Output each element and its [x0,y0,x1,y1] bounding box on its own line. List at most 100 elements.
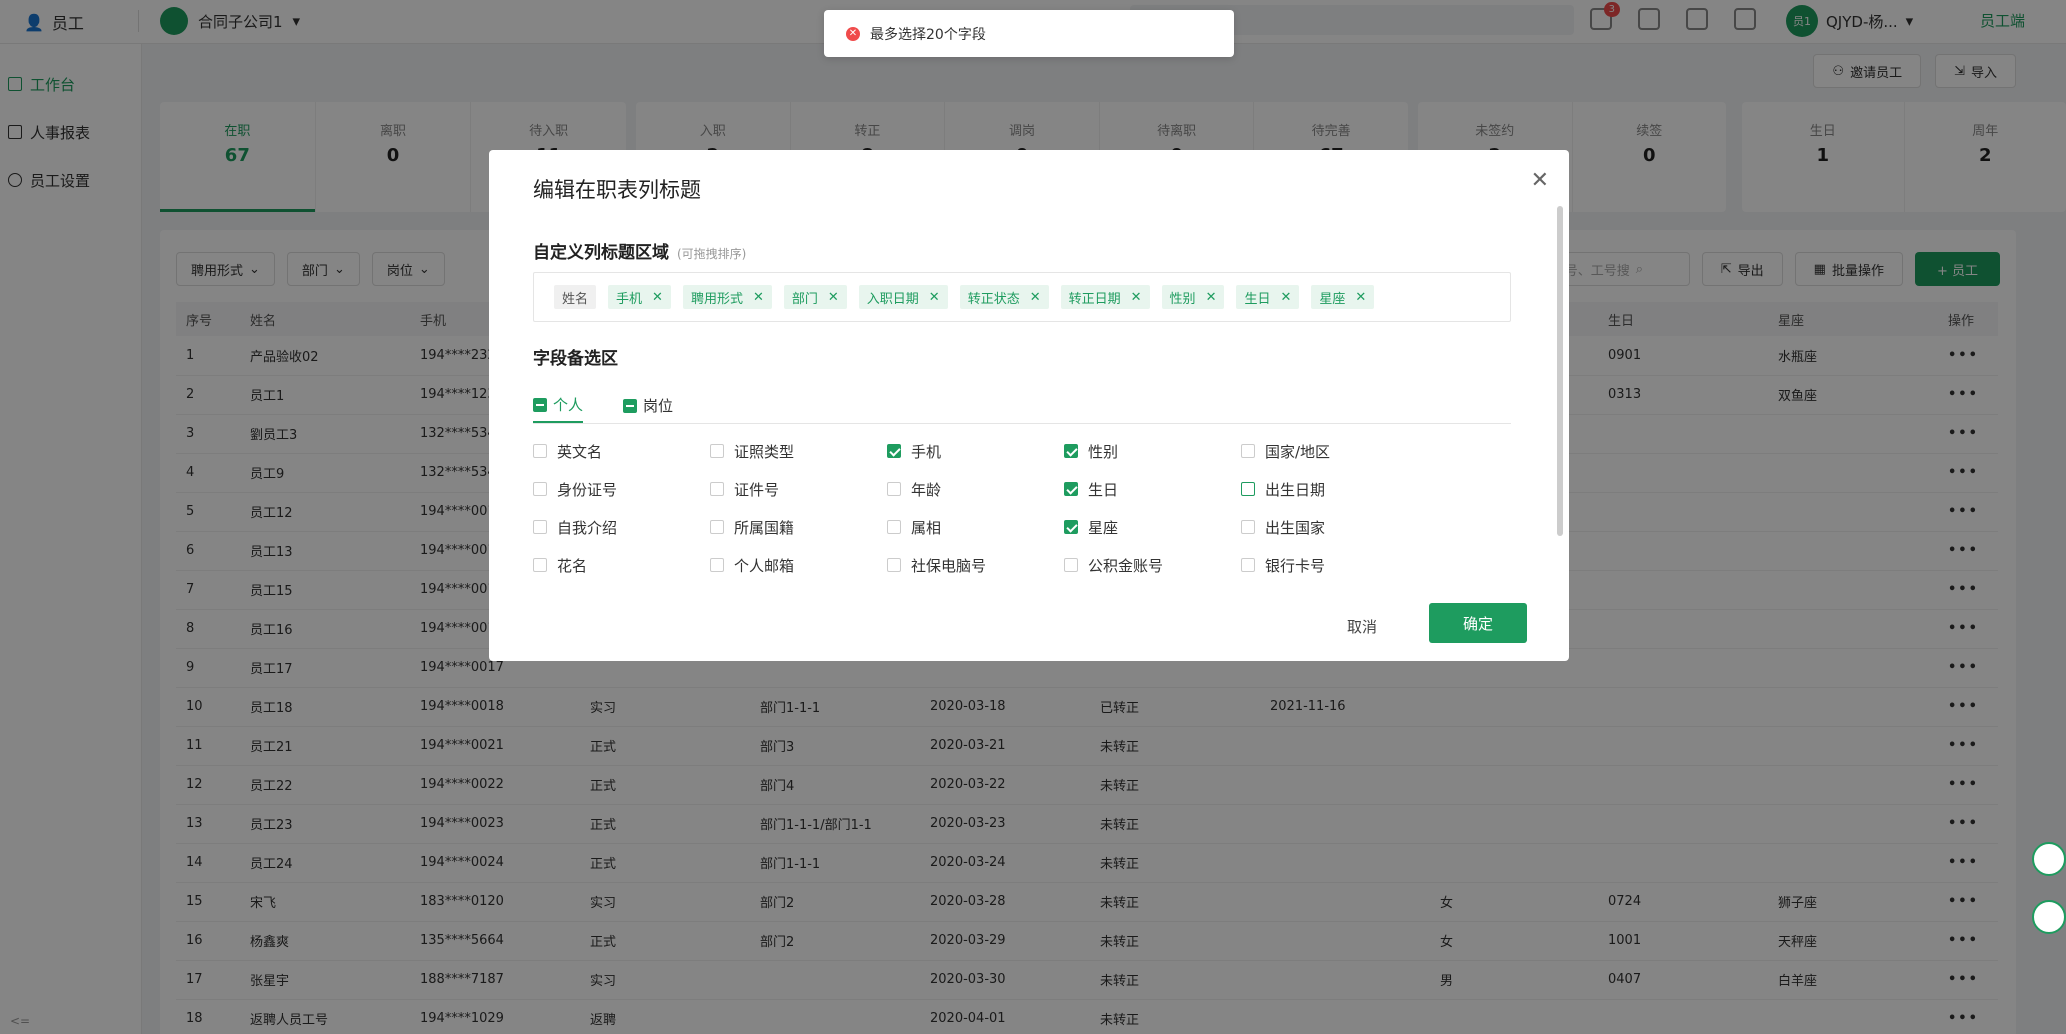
field-label: 年龄 [911,480,942,499]
field-option[interactable]: 银行卡号 [1241,546,1418,584]
selected-column-tag[interactable]: 入职日期 ✕ [858,285,948,309]
remove-tag-icon[interactable]: ✕ [753,290,764,305]
field-option[interactable]: 出生国家 [1241,508,1418,546]
field-option[interactable]: 自我介绍 [533,508,710,546]
remove-tag-icon[interactable]: ✕ [929,290,940,305]
field-option[interactable]: 身份证号 [533,470,710,508]
custom-columns-title: 自定义列标题区域 [533,243,669,263]
close-icon[interactable]: ✕ [1531,168,1549,193]
error-toast: ✕ 最多选择20个字段 [824,10,1234,57]
selected-column-tag[interactable]: 聘用形式 ✕ [682,285,772,309]
field-checkbox[interactable] [710,444,724,458]
field-option[interactable]: 手机 [887,432,1064,470]
field-option[interactable]: 国家/地区 [1241,432,1418,470]
drag-hint: (可拖拽排序) [677,247,747,261]
field-option[interactable]: 性别 [1064,432,1241,470]
tab-label: 岗位 [643,397,674,415]
tag-label: 聘用形式 [690,291,743,307]
field-checkbox[interactable] [533,558,547,572]
field-checkbox[interactable] [887,520,901,534]
selected-column-tag[interactable]: 转正日期 ✕ [1060,285,1150,309]
confirm-button[interactable]: 确定 [1429,603,1527,643]
remove-tag-icon[interactable]: ✕ [828,290,839,305]
field-option[interactable]: 社保电脑号 [887,546,1064,584]
field-label: 出生国家 [1265,518,1326,537]
cancel-button[interactable]: 取消 [1347,616,1377,637]
field-checkbox[interactable] [710,558,724,572]
field-label: 星座 [1088,518,1119,537]
selected-column-tag[interactable]: 姓名 [554,285,597,309]
partial-check-icon [533,397,547,412]
tag-label: 生日 [1244,291,1271,307]
selected-column-tag[interactable]: 转正状态 ✕ [959,285,1049,309]
partial-check-icon [623,398,638,413]
field-option[interactable]: 所属国籍 [710,508,887,546]
field-option[interactable]: 证件号 [710,470,887,508]
selected-column-tag[interactable]: 部门 ✕ [783,285,847,309]
field-label: 公积金账号 [1088,556,1164,575]
candidate-fields-title: 字段备选区 [533,349,618,369]
field-option[interactable]: 个人邮箱 [710,546,887,584]
field-label: 生日 [1088,480,1119,499]
remove-tag-icon[interactable]: ✕ [1355,290,1366,305]
field-label: 身份证号 [557,480,618,499]
field-checkbox[interactable] [887,482,901,496]
remove-tag-icon[interactable]: ✕ [1131,290,1142,305]
field-checkbox[interactable] [1241,482,1255,496]
field-checkbox[interactable] [1064,444,1078,458]
selected-column-tag[interactable]: 生日 ✕ [1236,285,1300,309]
field-option[interactable]: 出生日期 [1241,470,1418,508]
field-option[interactable]: 年龄 [887,470,1064,508]
selected-column-tag[interactable]: 星座 ✕ [1311,285,1375,309]
dialog-scrollbar[interactable] [1557,206,1563,536]
selected-column-tag[interactable]: 性别 ✕ [1161,285,1225,309]
tag-label: 星座 [1319,291,1346,307]
support-icon[interactable] [2032,842,2066,876]
field-checkbox[interactable] [1241,444,1255,458]
field-checkbox[interactable] [1064,520,1078,534]
help-icon[interactable] [2032,900,2066,934]
field-checkbox[interactable] [1064,558,1078,572]
field-label: 自我介绍 [557,518,618,537]
error-icon: ✕ [846,26,860,41]
remove-tag-icon[interactable]: ✕ [1030,290,1041,305]
field-label: 性别 [1088,442,1119,461]
field-label: 银行卡号 [1265,556,1326,575]
field-label: 花名 [557,556,588,575]
selected-column-tag[interactable]: 手机 ✕ [608,285,671,309]
field-checkbox[interactable] [1241,520,1255,534]
field-checkbox[interactable] [1064,482,1078,496]
field-group-tabs: 个人 岗位 [533,388,1511,424]
field-checkbox[interactable] [533,444,547,458]
field-label: 属相 [911,518,942,537]
tag-label: 转正状态 [967,291,1020,307]
field-option[interactable]: 生日 [1064,470,1241,508]
remove-tag-icon[interactable]: ✕ [1280,290,1291,305]
field-label: 手机 [911,442,942,461]
remove-tag-icon[interactable]: ✕ [652,290,663,305]
field-checkbox[interactable] [710,520,724,534]
field-option[interactable]: 属相 [887,508,1064,546]
field-checkbox[interactable] [1241,558,1255,572]
field-checkbox[interactable] [710,482,724,496]
field-option[interactable]: 公积金账号 [1064,546,1241,584]
tab-personal[interactable]: 个人 [533,388,584,423]
edit-columns-dialog: 编辑在职表列标题 ✕ 自定义列标题区域 (可拖拽排序) 姓名 手机 ✕ 聘用形式 ✕ 部门 ✕… [489,150,1569,661]
field-label: 出生日期 [1265,480,1326,499]
selected-columns-area[interactable]: 姓名 手机 ✕ 聘用形式 ✕ 部门 ✕ 入职日期 ✕ 转正状态 ✕ 转正日期 ✕ 性别 ✕ 生日 ✕ 星座 ✕ [533,272,1511,322]
tag-label: 入职日期 [866,291,919,307]
field-option[interactable]: 花名 [533,546,710,584]
field-checkbox[interactable] [887,558,901,572]
field-checkbox[interactable] [533,520,547,534]
field-option[interactable]: 星座 [1064,508,1241,546]
field-checkbox[interactable] [887,444,901,458]
candidate-fields-grid: 英文名 证照类型 手机 性别 国家/地区身份证号 证件号 年龄 生日 出生日期自我介绍 所属国籍 属… [533,432,1493,584]
field-checkbox[interactable] [533,482,547,496]
field-option[interactable]: 证照类型 [710,432,887,470]
remove-tag-icon[interactable]: ✕ [1206,290,1217,305]
field-label: 国家/地区 [1265,442,1331,461]
field-option[interactable]: 英文名 [533,432,710,470]
tag-label: 转正日期 [1068,291,1121,307]
tab-position[interactable]: 岗位 [623,388,673,423]
tag-label: 姓名 [562,291,589,307]
